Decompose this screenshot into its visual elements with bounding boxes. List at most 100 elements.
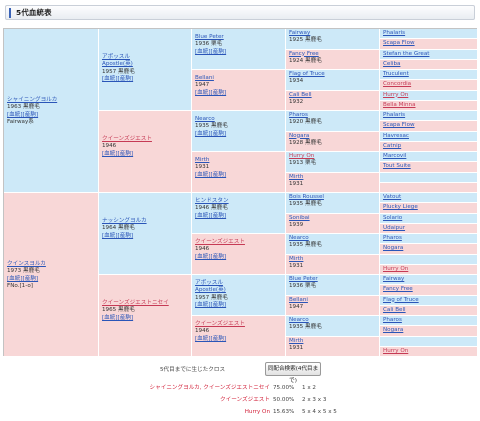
horse-name-link[interactable]: Cali Bell [383,307,474,314]
horse-info: 1935 黒鹿毛 [289,242,322,249]
horse-name-link[interactable]: Flag of Truce [383,297,474,304]
horse-name-link[interactable]: Flag of Truce [289,71,376,78]
pedigree-links[interactable]: [血統][産駒] [195,131,282,138]
horse-name-link[interactable]: Bellani [195,75,282,82]
horse-info: 1946 [195,246,210,253]
pedigree-cell-gen5: Tout Suite [380,162,478,173]
horse-name-link[interactable]: Sonibai [289,215,376,222]
horse-name-link[interactable]: Havresac [383,133,474,140]
horse-name-link[interactable]: Plucky Liege [383,204,474,211]
horse-name-link[interactable]: Hurry On [383,266,474,273]
horse-origin-link[interactable]: Apostle(英) [195,287,282,294]
pedigree-cell-gen5: Hurry On [380,346,478,357]
horse-name-link[interactable]: Cali Bell [289,92,376,99]
pedigree-links[interactable]: [血統][産駒] [195,254,282,261]
horse-info: 1946 [102,143,117,150]
horse-name-link[interactable]: Mirth [289,174,376,181]
pedigree-links[interactable]: [血統][産駒] [102,233,188,240]
horse-name-link[interactable]: Solario [383,215,474,222]
pedigree-links[interactable]: [血統][産駒] [102,315,188,322]
pedigree-cell-gen3: Bellani 1947 [血統][産駒] [192,70,286,111]
horse-name-link[interactable]: Tout Suite [383,163,474,170]
horse-name-link[interactable]: Phalaris [383,112,474,119]
horse-name-link[interactable]: Nogara [289,133,376,140]
pedigree-links[interactable]: [血統][産駒] [195,302,282,309]
horse-name-link[interactable]: Concordia [383,81,474,88]
pedigree-cell-gen5: Celiba [380,59,478,70]
pedigree-cell-gen4: Bois Roussel 1935 黒鹿毛 [286,193,380,214]
pedigree-links[interactable]: [血統][産駒] [7,276,95,283]
pedigree-cell-gen4: Mirth 1931 [286,254,380,275]
horse-name-link[interactable]: Pharos [383,235,474,242]
horse-info: 1963 黒鹿毛 [7,104,40,111]
cross-percentage: 75.00% [273,385,295,391]
horse-origin-link[interactable]: Apostle(英) [102,61,188,68]
pedigree-cell-gen5: Cali Bell [380,305,478,316]
horse-name-link[interactable]: Fancy Free [289,51,376,58]
horse-name-link[interactable]: Bella Minna [383,102,474,109]
horse-name-link[interactable]: Phalaris [383,30,474,37]
horse-name-link[interactable]: Celiba [383,61,474,68]
pedigree-cell-gen5: Fancy Free [380,285,478,296]
horse-name-link[interactable]: Mirth [195,157,282,164]
horse-name-link[interactable]: Pharos [383,317,474,324]
pedigree-cell-gen3: Nearco 1935 黒鹿毛 [血統][産駒] [192,111,286,152]
horse-info: 1932 [289,98,304,105]
horse-name-link[interactable]: Mirth [289,256,376,263]
pedigree-cell-gen3: クイーンズジエスト 1946 [血統][産駒] [192,316,286,357]
horse-info: 1913 栗毛 [289,160,317,167]
horse-name-link[interactable]: クイーンズジエスト [195,321,282,328]
pedigree-cell-gen3: Mirth 1931 [血統][産駒] [192,152,286,193]
horse-name-link[interactable]: Scapa Flow [383,40,474,47]
horse-name-link[interactable]: Bellani [289,297,376,304]
pedigree-links[interactable]: [血統][産駒] [195,49,282,56]
pedigree-cell-gen5: Havresac [380,131,478,142]
section-header: 5代血統表 [5,5,475,20]
cross-horse-name: クイーンズジエスト [220,397,270,403]
horse-name-link[interactable]: Marcovil [383,153,474,160]
horse-name-link[interactable]: クイーンズジエスト [195,239,282,246]
pedigree-cell-gen5: Fairway [380,275,478,286]
horse-info: 1964 黒鹿毛 [102,225,135,232]
horse-name-link[interactable]: Udaipur [383,225,474,232]
horse-name-link[interactable]: Truculent [383,71,474,78]
pedigree-cell-gen4: Mirth 1931 [286,336,380,357]
pedigree-cell-gen4: Hurry On 1913 栗毛 [286,152,380,173]
pedigree-links[interactable]: [血統][産駒] [195,172,282,179]
pedigree-cell-gen4: Nearco 1935 黒鹿毛 [286,316,380,337]
pedigree-cell-gen4: Flag of Truce 1934 [286,70,380,91]
horse-name-link[interactable]: Fairway [383,276,474,283]
horse-name-link[interactable]: Nogara [383,327,474,334]
pedigree-links[interactable]: [血統][産駒] [102,151,188,158]
pedigree-links[interactable]: [血統][産駒] [195,90,282,97]
header-accent-bar [9,8,11,18]
horse-info: 1920 黒鹿毛 [289,119,322,126]
cross-generations: 5 x 4 x 5 x 5 [302,409,337,415]
pedigree-cell-gen5 [380,336,478,347]
horse-name-link[interactable]: Fancy Free [383,286,474,293]
horse-name-link[interactable]: Scapa Flow [383,122,474,129]
pedigree-links[interactable]: [血統][産駒] [102,76,188,83]
horse-info: 1928 黒鹿毛 [289,139,322,146]
pedigree-cell-gen3: クイーンズジエスト 1946 [血統][産駒] [192,234,286,275]
horse-info: 1936 栗毛 [289,283,317,290]
horse-name-link[interactable]: Catnip [383,143,474,150]
pedigree-links[interactable]: [血統][産駒] [195,336,282,343]
horse-name-link[interactable]: Nogara [383,245,474,252]
horse-name-link[interactable]: Mirth [289,338,376,345]
pedigree-cell-gen5: Phalaris [380,111,478,122]
similar-breeding-search-button[interactable]: 同配合検索(4代目まで) [265,362,321,384]
horse-info: 1934 [289,78,304,85]
horse-name-link[interactable]: クイーンズジエスト [102,136,188,143]
pedigree-cell-gen5: Scapa Flow [380,121,478,132]
horse-info: 1931 [289,344,304,351]
horse-name-link[interactable]: Hurry On [383,348,474,355]
horse-name-link[interactable]: Stefan the Great [383,51,474,58]
cross-generations: 1 x 2 [302,385,316,391]
horse-name-link[interactable]: Vatout [383,194,474,201]
horse-info: 1946 [195,328,210,335]
horse-name-link[interactable]: Hurry On [383,92,474,99]
pedigree-links[interactable]: [血統][産駒] [195,213,282,220]
pedigree-cell-gen3: Blue Peter 1936 栗毛 [血統][産駒] [192,29,286,70]
pedigree-cell-gen5: Hurry On [380,264,478,275]
